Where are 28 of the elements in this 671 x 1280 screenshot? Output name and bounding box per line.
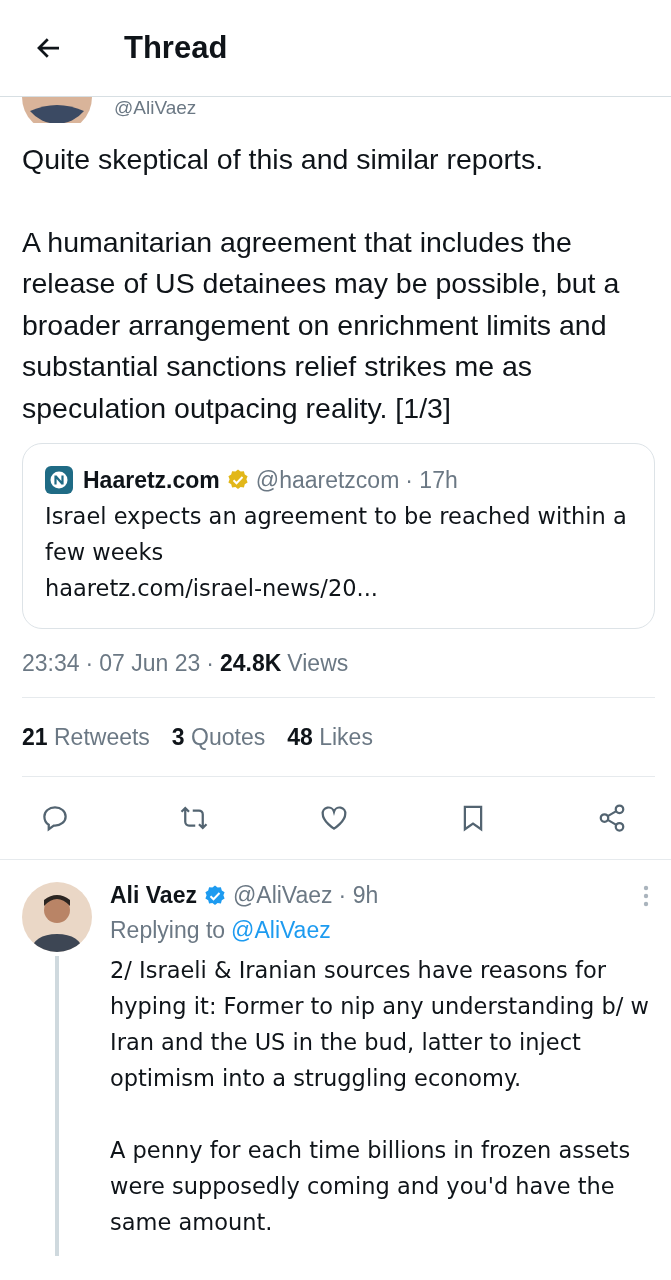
reply-text: 2/ Israeli & Iranian sources have reasons for hyping it: Former to nip any understanding b/ w Iran and the US in the bud, latter to inject optimism into a struggling economy. bbox=[110, 956, 649, 1093]
source-handle: @haaretzcom bbox=[255, 466, 400, 494]
user-handle[interactable]: @AliVaez bbox=[114, 97, 197, 119]
post-time: · 9h bbox=[338, 882, 379, 909]
tweet-text: Quite skeptical of this and similar reports. bbox=[22, 142, 545, 177]
article-link[interactable]: haaretz.com/israel-news/20... bbox=[45, 570, 378, 606]
views-label: Views bbox=[287, 649, 349, 677]
source-name: Haaretz.com bbox=[83, 466, 220, 494]
page-title: Thread bbox=[124, 30, 228, 66]
author-name[interactable]: Ali Vaez bbox=[110, 882, 197, 909]
post-time: · 17h bbox=[405, 466, 458, 494]
share-icon[interactable] bbox=[597, 803, 627, 833]
news-logo-icon bbox=[45, 466, 73, 494]
avatar-icon[interactable] bbox=[22, 97, 92, 123]
view-count: 24.8K bbox=[219, 649, 282, 677]
reply-text: A penny for each time billions in frozen assets were supposedly coming and you'd have the same amount. bbox=[110, 1136, 632, 1237]
post-date: 07 Jun 23 bbox=[99, 649, 201, 677]
author-handle: @AliVaez bbox=[232, 882, 333, 909]
tweet-text: A humanitarian agreement that includes the release of US detainees may be possible, but a broader arrangement on enrichment limits and substantial sanctions relief strikes me as speculation outpacing reality. [1/3] bbox=[22, 224, 621, 426]
stat-link[interactable]: 3 Quotes bbox=[171, 723, 266, 751]
reply-icon[interactable] bbox=[40, 803, 70, 833]
quoted-tweet-card[interactable]: Haaretz.com @haaretzcom · 17h Israel expects an agreement to be reached within a few weeks haaretz.com/israel-news/20... bbox=[22, 443, 655, 629]
post-time: 23:34 bbox=[22, 649, 80, 677]
stat-link[interactable]: 21 Retweets bbox=[22, 723, 150, 751]
stat-link[interactable]: 48 Likes bbox=[287, 723, 373, 751]
separator-dot: · bbox=[85, 649, 94, 677]
separator-dot: · bbox=[206, 649, 214, 677]
replying-label: Replying to bbox=[110, 917, 226, 944]
